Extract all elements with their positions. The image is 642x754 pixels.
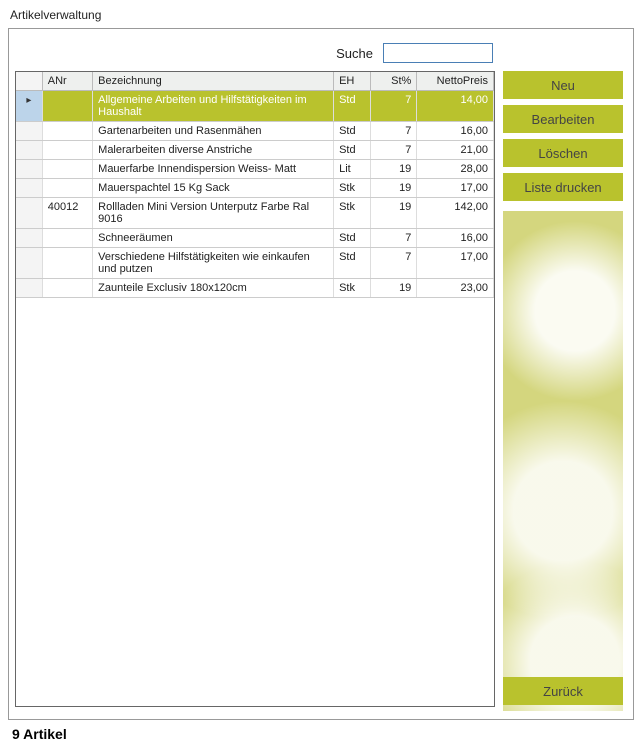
cell-preis: 17,00 (417, 179, 494, 198)
cell-preis: 16,00 (417, 229, 494, 248)
cell-anr (42, 179, 92, 198)
header-st[interactable]: St% (371, 72, 417, 91)
window-title: Artikelverwaltung (0, 0, 642, 26)
cell-anr (42, 229, 92, 248)
table-row[interactable]: Verschiedene Hilfstätigkeiten wie einkau… (16, 248, 494, 279)
neu-button[interactable]: Neu (503, 71, 623, 99)
search-row: Suche (9, 29, 633, 71)
cell-bez: Schneeräumen (93, 229, 334, 248)
cell-anr (42, 91, 92, 122)
sidebar-decorative-bg (503, 211, 623, 711)
cell-anr (42, 160, 92, 179)
cell-eh: Lit (334, 160, 371, 179)
cell-st: 19 (371, 198, 417, 229)
header-bezeichnung[interactable]: Bezeichnung (93, 72, 334, 91)
cell-eh: Std (334, 122, 371, 141)
row-selector[interactable] (16, 91, 42, 122)
cell-preis: 28,00 (417, 160, 494, 179)
cell-anr (42, 248, 92, 279)
search-label: Suche (336, 46, 373, 61)
cell-preis: 21,00 (417, 141, 494, 160)
liste-drucken-button[interactable]: Liste drucken (503, 173, 623, 201)
cell-preis: 16,00 (417, 122, 494, 141)
cell-preis: 17,00 (417, 248, 494, 279)
row-selector[interactable] (16, 160, 42, 179)
table-row[interactable]: Allgemeine Arbeiten und Hilfstätigkeiten… (16, 91, 494, 122)
cell-bez: Mauerfarbe Innendispersion Weiss- Matt (93, 160, 334, 179)
action-button-column: Neu Bearbeiten Löschen Liste drucken Zur… (503, 71, 623, 711)
content-row: ANr Bezeichnung EH St% NettoPreis Allgem… (9, 71, 633, 711)
cell-st: 7 (371, 141, 417, 160)
zurueck-button[interactable]: Zurück (503, 677, 623, 705)
table-row[interactable]: Zaunteile Exclusiv 180x120cmStk1923,00 (16, 279, 494, 298)
main-frame: Suche ANr Bezeichnung EH St% NettoPreis … (8, 28, 634, 720)
cell-preis: 23,00 (417, 279, 494, 298)
table-row[interactable]: Malerarbeiten diverse AnstricheStd721,00 (16, 141, 494, 160)
cell-bez: Rollladen Mini Version Unterputz Farbe R… (93, 198, 334, 229)
article-table-container: ANr Bezeichnung EH St% NettoPreis Allgem… (15, 71, 495, 707)
table-row[interactable]: 40012Rollladen Mini Version Unterputz Fa… (16, 198, 494, 229)
footer-count: 9 Artikel (0, 720, 642, 742)
table-row[interactable]: Mauerfarbe Innendispersion Weiss- MattLi… (16, 160, 494, 179)
cell-anr (42, 141, 92, 160)
header-selector (16, 72, 42, 91)
cell-eh: Std (334, 229, 371, 248)
cell-bez: Mauerspachtel 15 Kg Sack (93, 179, 334, 198)
cell-eh: Std (334, 91, 371, 122)
header-nettopreis[interactable]: NettoPreis (417, 72, 494, 91)
cell-anr (42, 279, 92, 298)
cell-bez: Allgemeine Arbeiten und Hilfstätigkeiten… (93, 91, 334, 122)
bearbeiten-button[interactable]: Bearbeiten (503, 105, 623, 133)
row-selector[interactable] (16, 198, 42, 229)
search-input[interactable] (383, 43, 493, 63)
header-anr[interactable]: ANr (42, 72, 92, 91)
cell-st: 7 (371, 122, 417, 141)
cell-eh: Std (334, 248, 371, 279)
row-selector[interactable] (16, 122, 42, 141)
cell-bez: Zaunteile Exclusiv 180x120cm (93, 279, 334, 298)
cell-eh: Std (334, 141, 371, 160)
cell-st: 7 (371, 229, 417, 248)
cell-eh: Stk (334, 198, 371, 229)
cell-preis: 142,00 (417, 198, 494, 229)
row-selector[interactable] (16, 229, 42, 248)
table-row[interactable]: SchneeräumenStd716,00 (16, 229, 494, 248)
cell-st: 7 (371, 91, 417, 122)
cell-st: 19 (371, 179, 417, 198)
loeschen-button[interactable]: Löschen (503, 139, 623, 167)
cell-anr: 40012 (42, 198, 92, 229)
row-selector[interactable] (16, 248, 42, 279)
table-row[interactable]: Mauerspachtel 15 Kg SackStk1917,00 (16, 179, 494, 198)
cell-bez: Verschiedene Hilfstätigkeiten wie einkau… (93, 248, 334, 279)
cell-anr (42, 122, 92, 141)
row-selector[interactable] (16, 179, 42, 198)
cell-preis: 14,00 (417, 91, 494, 122)
table-row[interactable]: Gartenarbeiten und RasenmähenStd716,00 (16, 122, 494, 141)
cell-bez: Malerarbeiten diverse Anstriche (93, 141, 334, 160)
header-eh[interactable]: EH (334, 72, 371, 91)
cell-eh: Stk (334, 179, 371, 198)
cell-st: 19 (371, 279, 417, 298)
row-selector[interactable] (16, 279, 42, 298)
table-header-row: ANr Bezeichnung EH St% NettoPreis (16, 72, 494, 91)
article-table: ANr Bezeichnung EH St% NettoPreis Allgem… (16, 72, 494, 298)
row-selector[interactable] (16, 141, 42, 160)
cell-st: 7 (371, 248, 417, 279)
cell-st: 19 (371, 160, 417, 179)
cell-bez: Gartenarbeiten und Rasenmähen (93, 122, 334, 141)
cell-eh: Stk (334, 279, 371, 298)
